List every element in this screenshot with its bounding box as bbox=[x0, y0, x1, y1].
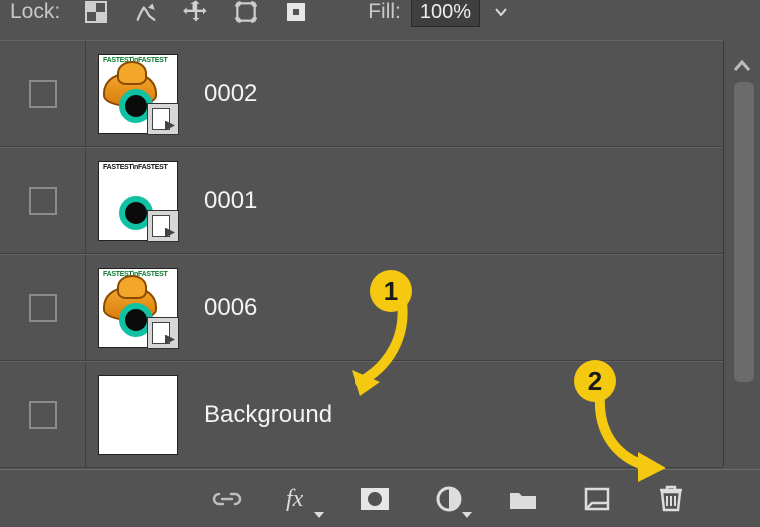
delete-layer-trash-icon[interactable] bbox=[654, 482, 688, 516]
adjustment-layer-icon[interactable] bbox=[432, 482, 466, 516]
visibility-column[interactable] bbox=[0, 255, 86, 360]
layer-thumbnail[interactable]: FASTEST\nFASTEST bbox=[98, 268, 178, 348]
lock-all-icon[interactable] bbox=[282, 0, 310, 26]
layer-thumbnail[interactable]: FASTEST\nFASTEST bbox=[98, 161, 178, 241]
layer-row[interactable]: FASTEST\nFASTEST 0001 bbox=[0, 147, 723, 254]
lock-fill-row: Lock: Fill: 100% bbox=[0, 0, 760, 30]
visibility-toggle-icon[interactable] bbox=[29, 80, 57, 108]
lock-label: Lock: bbox=[10, 0, 60, 24]
link-layers-icon[interactable] bbox=[210, 482, 244, 516]
group-icon[interactable] bbox=[506, 482, 540, 516]
layer-name-label[interactable]: 0001 bbox=[204, 187, 257, 215]
visibility-column[interactable] bbox=[0, 148, 86, 253]
layer-row[interactable]: FASTEST\nFASTEST 0002 bbox=[0, 40, 723, 147]
dropdown-triangle-icon bbox=[462, 512, 472, 518]
smart-object-badge-icon bbox=[147, 103, 179, 135]
lock-position-icon[interactable] bbox=[182, 0, 210, 26]
annotation-callout-2: 2 bbox=[574, 360, 616, 402]
dropdown-triangle-icon bbox=[314, 512, 324, 518]
layer-thumbnail[interactable] bbox=[98, 375, 178, 455]
lock-transparent-pixels-icon[interactable] bbox=[82, 0, 110, 26]
visibility-toggle-icon[interactable] bbox=[29, 401, 57, 429]
smart-object-badge-icon bbox=[147, 317, 179, 349]
scroll-up-icon[interactable] bbox=[730, 54, 754, 78]
svg-text:fx: fx bbox=[286, 486, 304, 512]
annotation-callout-1: 1 bbox=[370, 270, 412, 312]
layer-mask-icon[interactable] bbox=[358, 482, 392, 516]
new-layer-icon[interactable] bbox=[580, 482, 614, 516]
fill-dropdown-chevron-icon[interactable] bbox=[490, 1, 512, 23]
scrollbar-track[interactable] bbox=[734, 82, 754, 382]
visibility-column[interactable] bbox=[0, 362, 86, 467]
fill-group: Fill: 100% bbox=[368, 0, 512, 27]
visibility-toggle-icon[interactable] bbox=[29, 294, 57, 322]
layer-row[interactable]: FASTEST\nFASTEST 0006 bbox=[0, 254, 723, 361]
layer-name-label[interactable]: Background bbox=[204, 401, 332, 429]
layers-bottom-toolbar: fx bbox=[0, 469, 760, 527]
layer-thumbnail[interactable]: FASTEST\nFASTEST bbox=[98, 54, 178, 134]
lock-icons-group bbox=[82, 0, 310, 26]
fill-value-field[interactable]: 100% bbox=[411, 0, 480, 27]
layers-panel-list: FASTEST\nFASTEST 0002 FASTEST\nFASTEST 0… bbox=[0, 40, 724, 467]
lock-image-pixels-icon[interactable] bbox=[132, 0, 160, 26]
smart-object-badge-icon bbox=[147, 210, 179, 242]
layer-name-label[interactable]: 0002 bbox=[204, 80, 257, 108]
layer-fx-icon[interactable]: fx bbox=[284, 482, 318, 516]
fill-label: Fill: bbox=[368, 0, 401, 24]
lock-artboard-icon[interactable] bbox=[232, 0, 260, 26]
visibility-column[interactable] bbox=[0, 41, 86, 146]
layer-name-label[interactable]: 0006 bbox=[204, 294, 257, 322]
visibility-toggle-icon[interactable] bbox=[29, 187, 57, 215]
